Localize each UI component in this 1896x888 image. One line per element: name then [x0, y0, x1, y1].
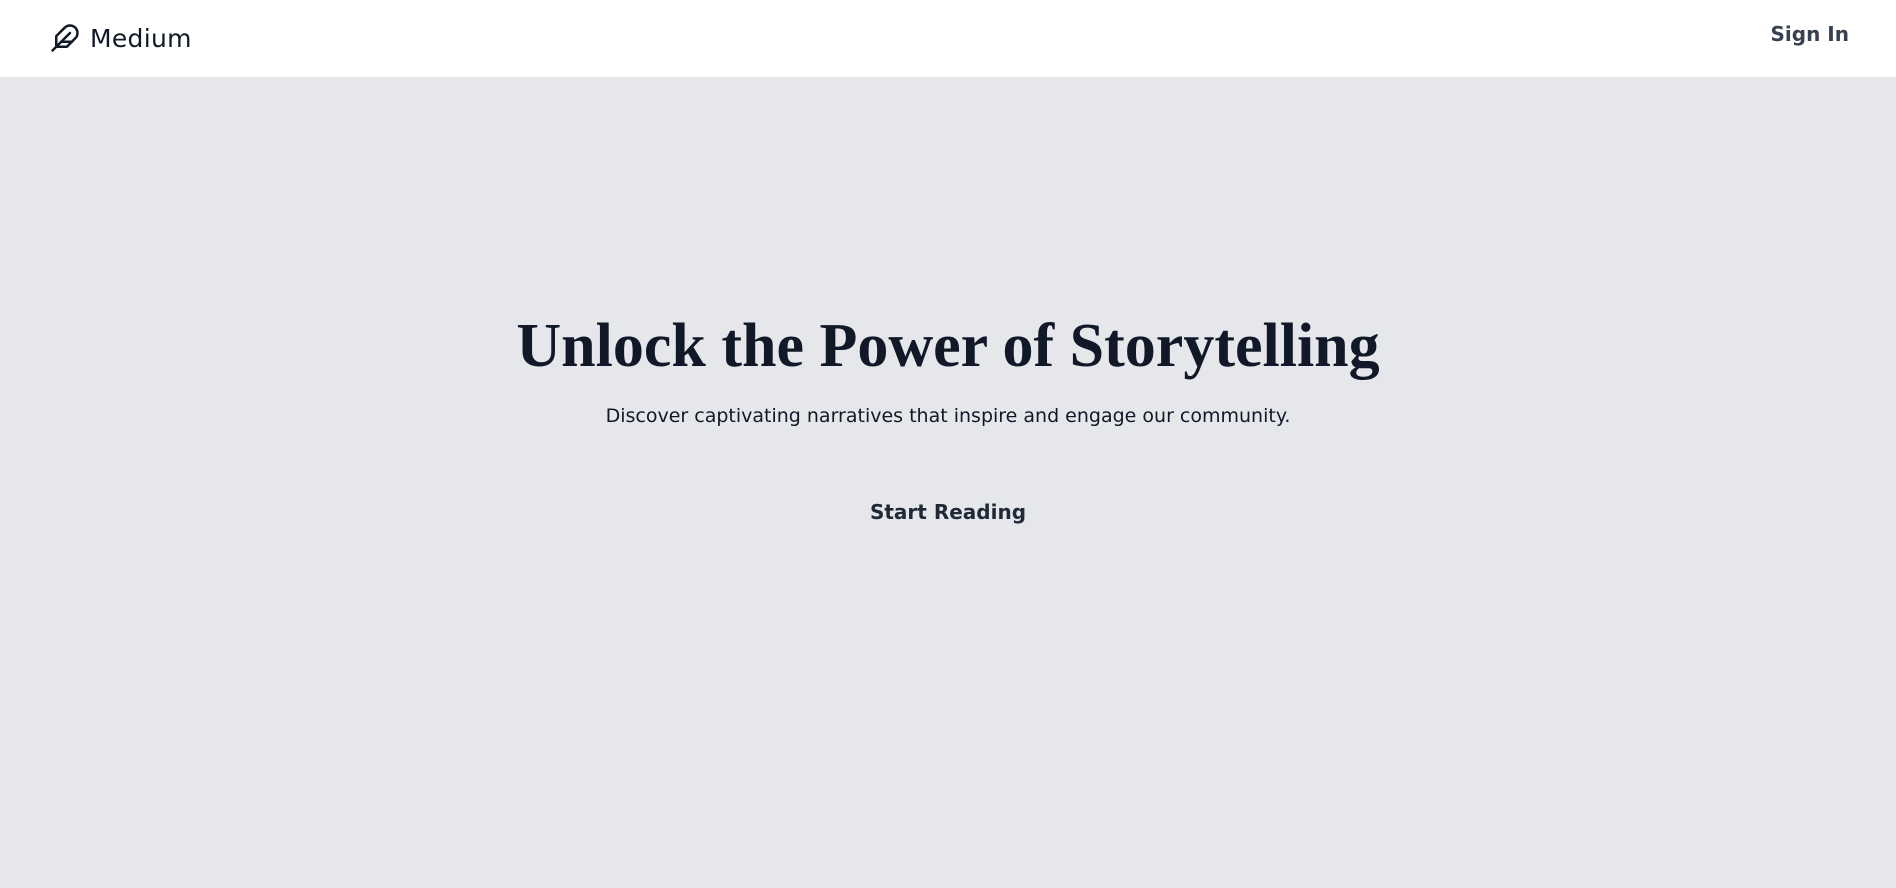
sign-in-link[interactable]: Sign In: [1771, 22, 1849, 46]
top-navbar: Medium Sign In: [0, 0, 1896, 77]
brand-logo-link[interactable]: Medium: [50, 20, 192, 56]
brand-name: Medium: [90, 23, 192, 53]
hero-section: [0, 77, 1896, 888]
hero-subtitle: Discover captivating narratives that ins…: [605, 405, 1291, 427]
start-reading-button[interactable]: Start Reading: [868, 490, 1028, 534]
hero-title: Unlock the Power of Storytelling: [516, 312, 1380, 380]
feather-icon: [50, 23, 80, 53]
